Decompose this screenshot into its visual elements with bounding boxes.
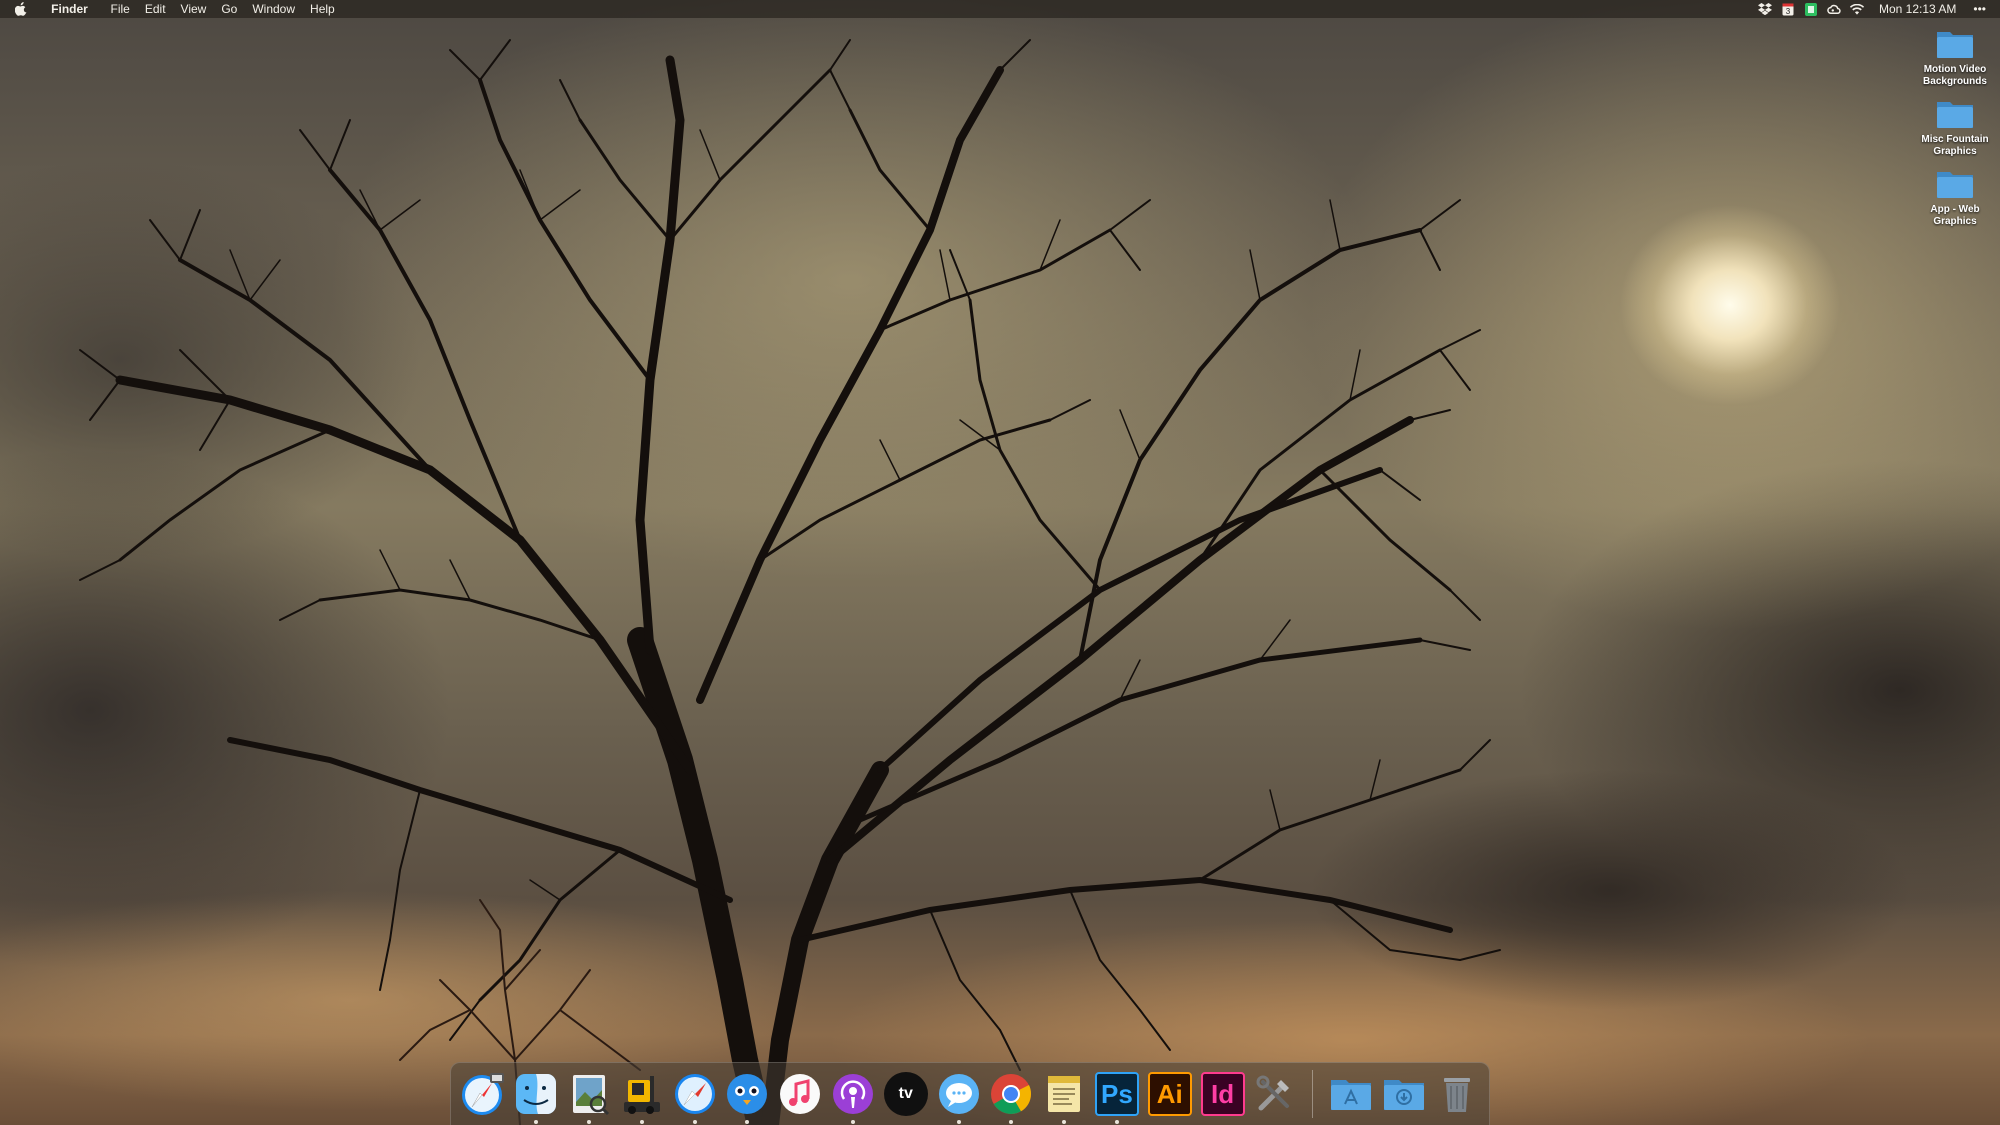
menu-go[interactable]: Go [221,0,237,18]
dropbox-icon[interactable] [1758,2,1772,16]
menu-app-finder[interactable]: Finder [46,0,94,33]
illustrator-icon-label: Ai [1156,1078,1183,1109]
system-tools-icon [1256,1075,1290,1111]
illustrator-icon: Ai [1147,1072,1192,1116]
dock-applications-folder[interactable] [1327,1070,1375,1118]
dock-app-illustrator[interactable]: Ai [1146,1070,1194,1118]
folder-icon [1937,32,1973,58]
menu-view[interactable]: View [181,0,207,18]
notes-icon [1048,1076,1081,1112]
dock-app-forklift[interactable] [618,1070,666,1124]
photoshop-icon: Ps [1094,1072,1139,1116]
dock: tv Ps Ai Id [450,1062,1490,1125]
trash-icon [1443,1078,1470,1112]
desktop-folder-label: Misc Fountain Graphics [1921,134,1989,157]
wallpaper-tree [79,39,1501,1125]
dock-app-messages[interactable] [935,1070,983,1124]
evernote-icon[interactable] [1804,2,1818,16]
menu-bar: Finder File Edit View Go Window Help 3 M… [0,0,2000,18]
running-indicator [587,1120,592,1124]
svg-text:3: 3 [1786,7,1791,16]
chrome-icon [991,1074,1032,1114]
status-area: 3 Mon 12:13 AM ••• [1758,0,1986,18]
finder-icon [516,1074,557,1114]
running-indicator [1009,1120,1014,1124]
dock-separator [1311,1070,1313,1118]
indesign-icon-label: Id [1210,1078,1235,1109]
running-indicator [639,1120,644,1124]
tweetbot-icon [727,1074,768,1114]
running-indicator [1115,1120,1120,1124]
dock-app-chrome[interactable] [987,1070,1035,1124]
music-icon [780,1074,821,1114]
dock-app-podcasts[interactable] [829,1070,877,1124]
dock-app-notes[interactable] [1040,1070,1088,1124]
running-indicator [956,1120,961,1124]
dock-app-apple-tv[interactable]: tv [882,1070,930,1118]
apple-tv-icon-label: tv [898,1085,913,1102]
menu-window[interactable]: Window [252,0,295,18]
apple-tv-icon: tv [883,1072,928,1116]
dock-app-music[interactable] [776,1070,824,1118]
menu-edit[interactable]: Edit [145,0,166,18]
wifi-icon[interactable] [1850,2,1864,16]
dock-app-photoshop[interactable]: Ps [1093,1070,1141,1124]
desktop-folder-label: Motion Video Backgrounds [1923,64,1987,87]
dock-app-indesign[interactable]: Id [1199,1070,1247,1118]
indesign-icon: Id [1200,1072,1245,1116]
running-indicator [1062,1120,1067,1124]
dock-app-safari[interactable] [671,1070,719,1124]
desktop-folder-motion-video-backgrounds[interactable]: Motion Video Backgrounds [1920,28,1990,88]
creative-cloud-icon[interactable] [1827,2,1841,16]
dock-trash[interactable] [1433,1070,1481,1118]
menu-bar-clock[interactable]: Mon 12:13 AM [1879,0,1956,18]
apple-menu-icon[interactable] [15,2,29,16]
safari-icon [674,1074,715,1114]
folder-icon [1937,102,1973,128]
dock-app-finder[interactable] [512,1070,560,1124]
running-indicator [745,1120,750,1124]
dock-app-system-tools[interactable] [1251,1070,1299,1118]
calendar-badge-icon[interactable]: 3 [1781,2,1795,16]
menu-help[interactable]: Help [310,0,335,18]
dock-app-preview[interactable] [565,1070,613,1124]
podcasts-icon [832,1074,873,1114]
photoshop-icon-label: Ps [1101,1078,1133,1109]
safari-monitor-icon [462,1073,505,1115]
running-indicator [851,1120,856,1124]
dock-app-safari-monitor[interactable] [460,1070,508,1118]
desktop-folder-label: App - Web Graphics [1930,204,1980,227]
messages-icon [938,1074,979,1114]
downloads-folder-icon [1383,1080,1424,1110]
applications-folder-icon [1331,1080,1372,1110]
dock-downloads-folder[interactable] [1380,1070,1428,1118]
desktop-icons: Motion Video Backgrounds Misc Fountain G… [1920,28,1990,238]
desktop-folder-app-web-graphics[interactable]: App - Web Graphics [1920,168,1990,228]
desktop-folder-misc-fountain-graphics[interactable]: Misc Fountain Graphics [1920,98,1990,158]
dock-app-tweetbot[interactable] [723,1070,771,1124]
menu-file[interactable]: File [111,0,130,18]
more-menu-icon[interactable]: ••• [1973,0,1986,18]
forklift-icon [623,1076,660,1114]
preview-icon [572,1075,610,1116]
running-indicator [534,1120,539,1124]
folder-icon [1937,172,1973,198]
running-indicator [692,1120,697,1124]
